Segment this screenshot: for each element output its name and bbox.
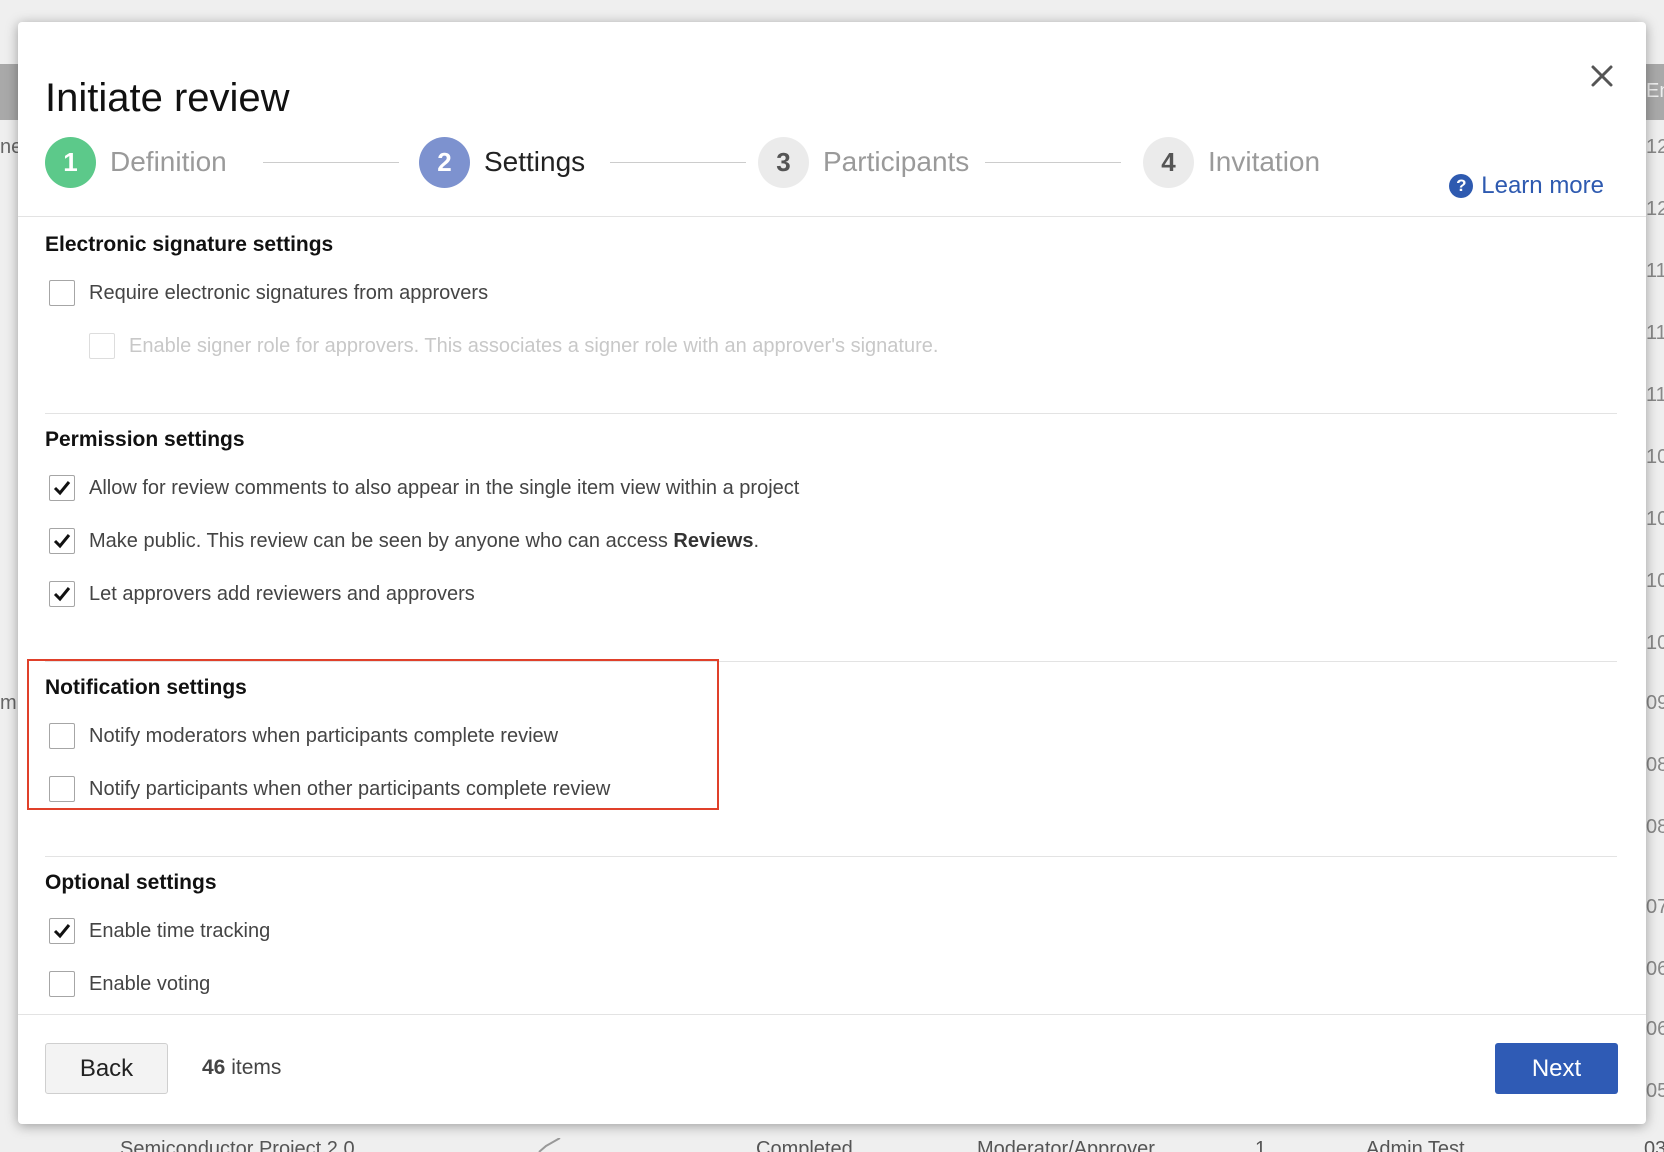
- back-button[interactable]: Back: [45, 1043, 168, 1094]
- option-label: Enable signer role for approvers. This a…: [129, 334, 939, 357]
- background-cell-fragment: 11: [1646, 384, 1664, 406]
- voting-checkbox[interactable]: Enable voting: [49, 971, 210, 997]
- step-number: 3: [758, 136, 809, 188]
- background-row-status: Completed: [756, 1138, 853, 1152]
- background-cell-fragment: 12: [1646, 198, 1664, 220]
- section-title-optional: Optional settings: [45, 871, 217, 894]
- step-label: Definition: [110, 146, 227, 177]
- background-cell-fragment: m: [0, 692, 17, 714]
- notify-moderators-checkbox[interactable]: Notify moderators when participants comp…: [49, 723, 558, 749]
- option-label: Enable voting: [89, 972, 211, 995]
- time-tracking-checkbox[interactable]: Enable time tracking: [49, 918, 270, 944]
- checkbox-box: [89, 333, 115, 359]
- section-divider: [45, 856, 1617, 857]
- settings-content[interactable]: Electronic signature settings Require el…: [45, 217, 1635, 1037]
- background-cell-fragment: 07: [1646, 896, 1664, 918]
- items-count: 46 items: [202, 1056, 281, 1080]
- checkmark-icon: [53, 924, 71, 939]
- footer-divider: [18, 1014, 1646, 1015]
- background-cell-fragment: 10: [1646, 570, 1664, 592]
- initiate-review-dialog: Initiate review 1 Definition 2 Settings …: [18, 22, 1646, 1124]
- background-cell-fragment: 06: [1646, 1018, 1664, 1040]
- next-button[interactable]: Next: [1495, 1043, 1618, 1094]
- background-cell-fragment: 08: [1646, 816, 1664, 838]
- step-label: Invitation: [1208, 146, 1321, 177]
- background-row-count: 1: [1255, 1138, 1267, 1152]
- step-settings[interactable]: 2 Settings: [419, 136, 585, 188]
- background-table-row[interactable]: Semiconductor Project 2.0 Completed Mode…: [0, 1137, 1664, 1152]
- background-cell-fragment: 10: [1646, 508, 1664, 530]
- check-icon: [536, 1137, 562, 1152]
- option-label: Notify participants when other participa…: [89, 777, 611, 800]
- step-invitation[interactable]: 4 Invitation: [1143, 136, 1320, 188]
- background-cell-fragment: 12: [1646, 136, 1664, 158]
- section-title-notification: Notification settings: [45, 676, 247, 699]
- checkbox-box: [49, 723, 75, 749]
- checkbox-box: [49, 475, 75, 501]
- background-cell-fragment: 10: [1646, 632, 1664, 654]
- background-cell-fragment: 05: [1646, 1080, 1664, 1102]
- step-number: 1: [45, 136, 96, 188]
- background-cell-fragment: 10: [1646, 446, 1664, 468]
- dialog-title: Initiate review: [45, 76, 290, 120]
- items-count-number: 46: [202, 1056, 226, 1079]
- step-connector: [610, 162, 746, 163]
- checkbox-box: [49, 280, 75, 306]
- background-row-date: 03: [1644, 1138, 1664, 1152]
- items-count-label: items: [225, 1056, 282, 1079]
- review-comments-checkbox[interactable]: Allow for review comments to also appear…: [49, 475, 799, 501]
- learn-more-label: Learn more: [1481, 172, 1604, 199]
- close-button[interactable]: [1584, 58, 1620, 94]
- background-row-project: Semiconductor Project 2.0: [120, 1138, 355, 1152]
- checkbox-box: [49, 528, 75, 554]
- section-divider: [45, 661, 1617, 662]
- help-icon: ?: [1449, 174, 1474, 198]
- step-connector: [985, 162, 1121, 163]
- checkmark-icon: [53, 587, 71, 602]
- make-public-checkbox[interactable]: Make public. This review can be seen by …: [49, 528, 759, 554]
- signer-role-checkbox: Enable signer role for approvers. This a…: [89, 333, 938, 359]
- option-label: Make public. This review can be seen by …: [89, 529, 760, 552]
- background-cell-fragment: 11: [1646, 260, 1664, 282]
- option-label: Let approvers add reviewers and approver…: [89, 582, 475, 605]
- background-cell-fragment: 11: [1646, 322, 1664, 344]
- step-connector: [263, 162, 399, 163]
- background-row-role: Moderator/Approver: [977, 1138, 1155, 1152]
- step-label: Settings: [484, 146, 586, 177]
- step-number: 4: [1143, 136, 1194, 188]
- option-label: Allow for review comments to also appear…: [89, 476, 800, 499]
- background-cell-fragment: 08: [1646, 754, 1664, 776]
- background-row-owner: Admin Test: [1366, 1138, 1465, 1152]
- checkbox-box: [49, 971, 75, 997]
- section-title-esig: Electronic signature settings: [45, 233, 334, 256]
- option-label: Notify moderators when participants comp…: [89, 724, 559, 747]
- background-header-fragment: En: [1646, 80, 1664, 102]
- checkmark-icon: [53, 481, 71, 496]
- step-number: 2: [419, 136, 470, 188]
- checkbox-box: [49, 776, 75, 802]
- step-label: Participants: [823, 146, 970, 177]
- checkmark-icon: [53, 534, 71, 549]
- checkbox-box: [49, 581, 75, 607]
- background-cell-fragment: 06: [1646, 958, 1664, 980]
- wizard-stepper: 1 Definition 2 Settings 3 Participants 4…: [45, 136, 1345, 188]
- require-esig-checkbox[interactable]: Require electronic signatures from appro…: [49, 280, 488, 306]
- step-participants[interactable]: 3 Participants: [758, 136, 969, 188]
- notify-participants-checkbox[interactable]: Notify participants when other participa…: [49, 776, 610, 802]
- approvers-add-reviewers-checkbox[interactable]: Let approvers add reviewers and approver…: [49, 581, 475, 607]
- learn-more-link[interactable]: ? Learn more: [1449, 172, 1604, 200]
- section-title-permission: Permission settings: [45, 428, 245, 451]
- step-definition[interactable]: 1 Definition: [45, 136, 227, 188]
- section-divider: [45, 413, 1617, 414]
- option-label: Enable time tracking: [89, 919, 271, 942]
- close-icon: [1591, 65, 1613, 87]
- option-label: Require electronic signatures from appro…: [89, 281, 489, 304]
- background-cell-fragment: 09: [1646, 692, 1664, 714]
- checkbox-box: [49, 918, 75, 944]
